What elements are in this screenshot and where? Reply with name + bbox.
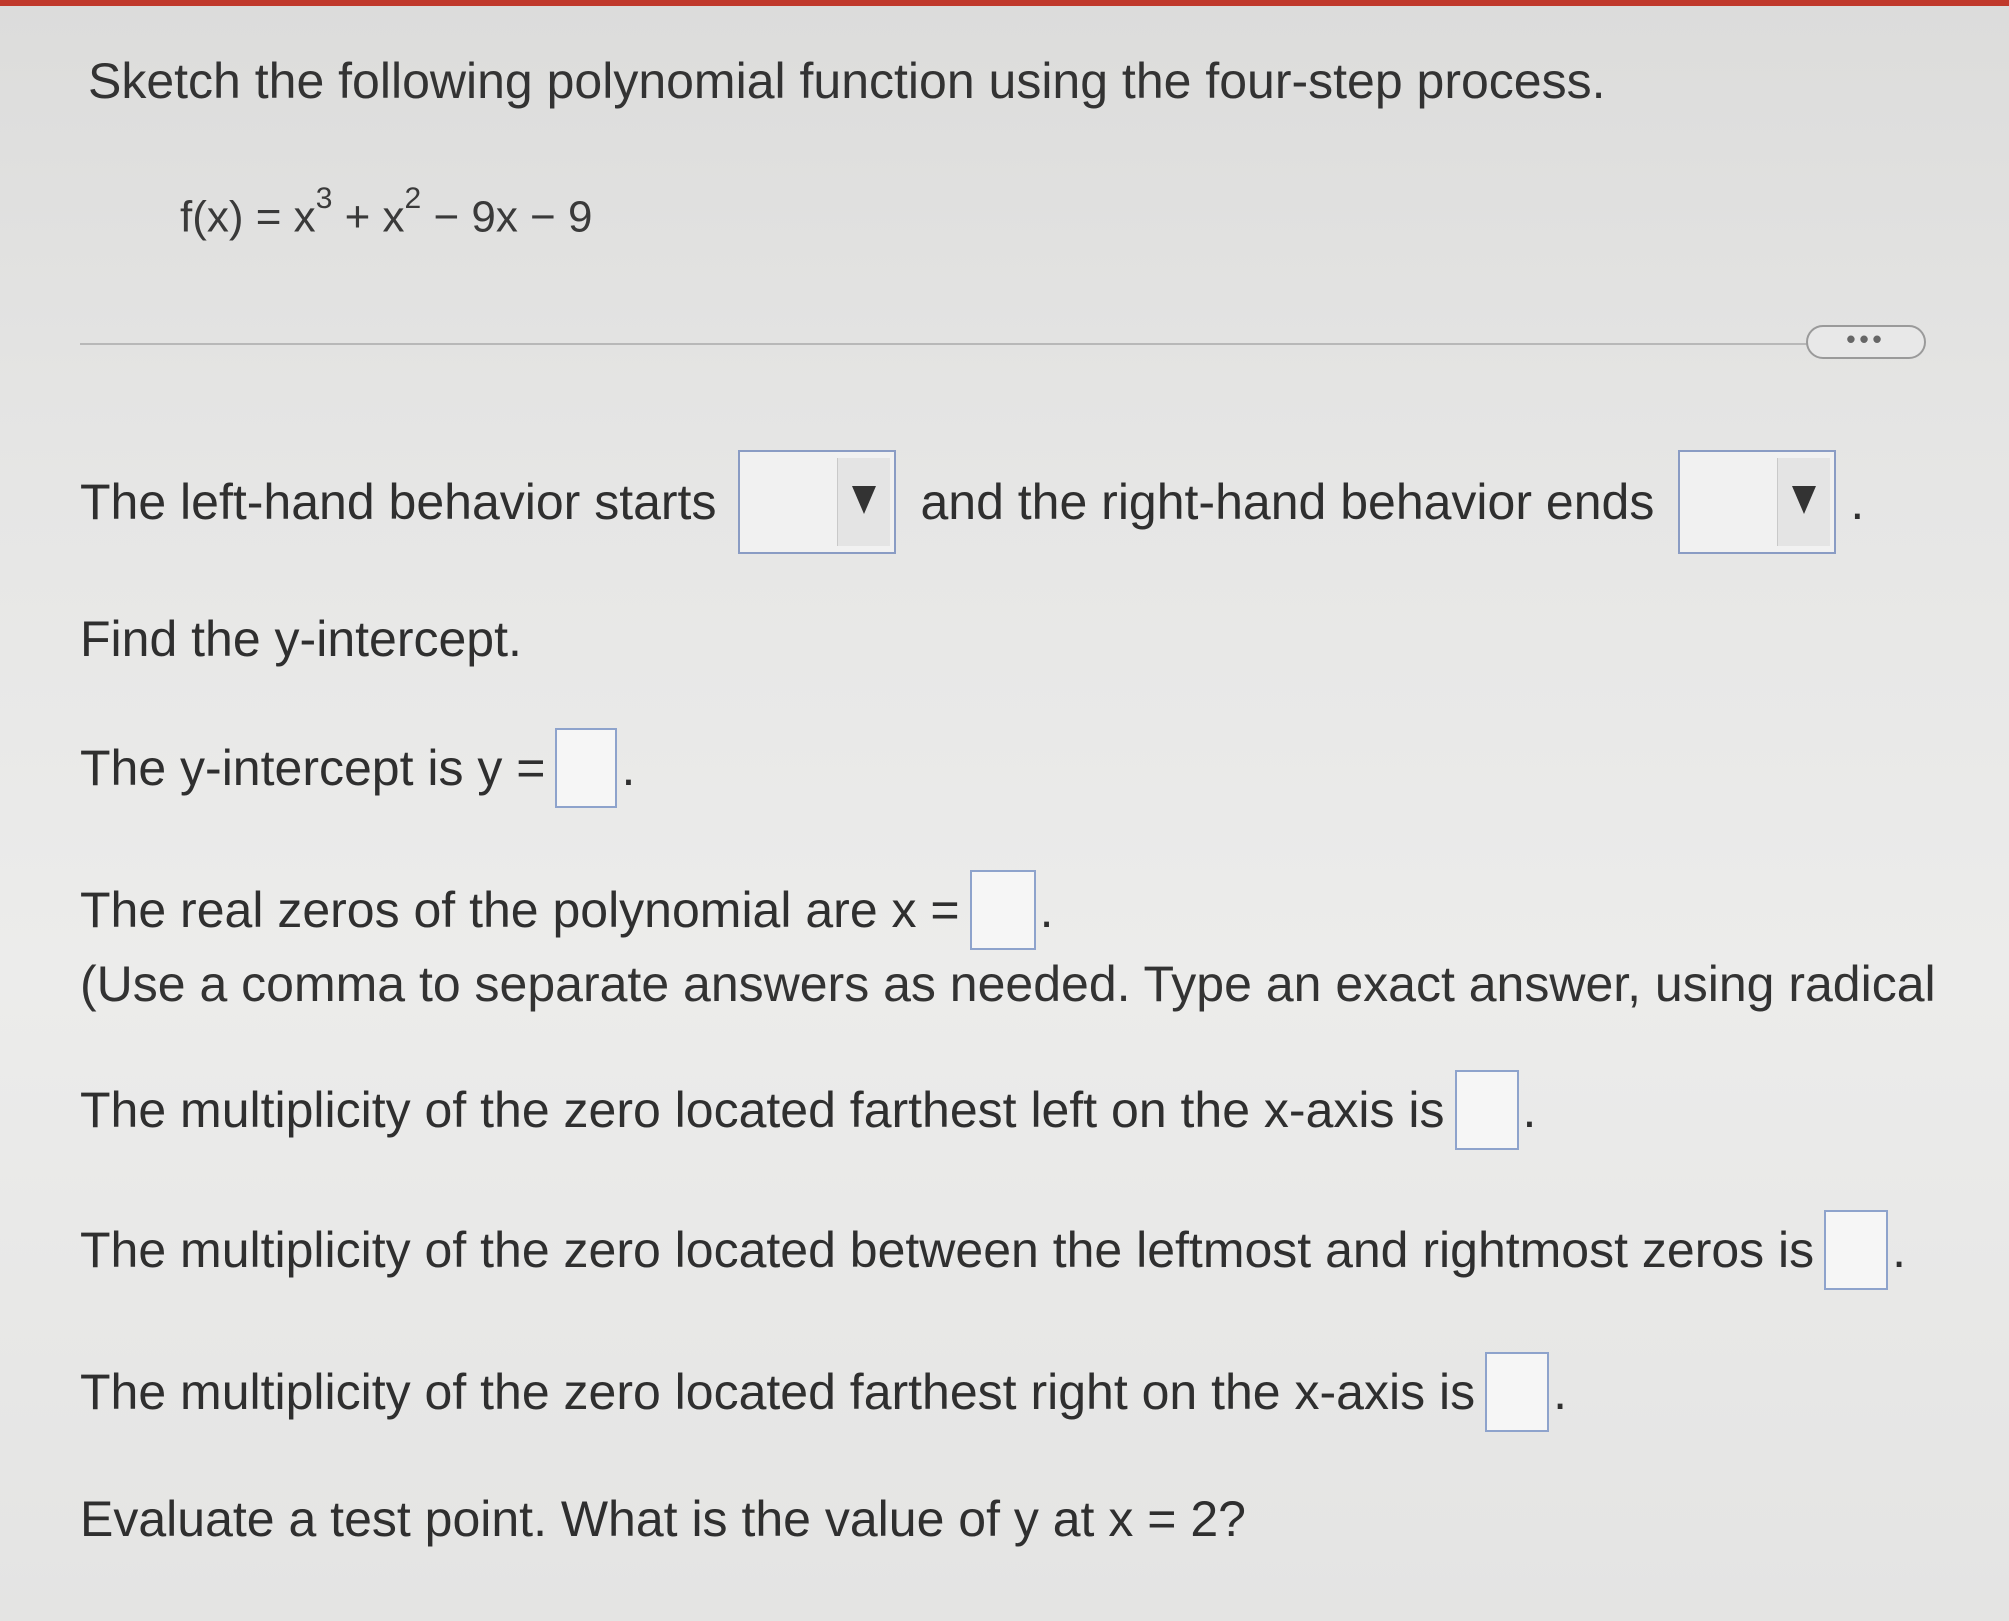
function-lhs: f(x) = x	[180, 192, 316, 242]
y-intercept-period: .	[621, 740, 636, 796]
right-behavior-dropdown[interactable]	[1678, 450, 1837, 554]
left-behavior-dropdown[interactable]	[738, 450, 897, 554]
y-intercept-input[interactable]	[555, 728, 618, 808]
multiplicity-right-period: .	[1553, 1364, 1567, 1420]
multiplicity-middle-row: The multiplicity of the zero located bet…	[80, 1210, 1906, 1290]
function-exponent-3: 3	[315, 182, 333, 215]
left-dropdown-arrow[interactable]	[837, 458, 891, 546]
right-dropdown-arrow[interactable]	[1777, 458, 1831, 546]
multiplicity-left-row: The multiplicity of the zero located far…	[80, 1070, 1536, 1150]
zeros-row: The real zeros of the polynomial are x =…	[80, 870, 1054, 950]
top-accent-bar	[0, 0, 2009, 6]
multiplicity-middle-input[interactable]	[1824, 1210, 1889, 1290]
multiplicity-right-label: The multiplicity of the zero located far…	[80, 1364, 1476, 1420]
function-expression: f(x) = x3 + x2 − 9x − 9	[180, 182, 593, 243]
function-exponent-2: 2	[404, 182, 422, 215]
y-intercept-label: The y-intercept is y =	[80, 740, 546, 796]
zeros-input[interactable]	[969, 870, 1036, 950]
y-intercept-prompt-row: Find the y-intercept.	[80, 610, 522, 668]
behavior-period: .	[1850, 474, 1865, 530]
multiplicity-left-label: The multiplicity of the zero located far…	[80, 1082, 1445, 1138]
y-intercept-row: The y-intercept is y = .	[80, 728, 635, 808]
multiplicity-middle-label: The multiplicity of the zero located bet…	[80, 1222, 1815, 1278]
multiplicity-middle-period: .	[1892, 1222, 1907, 1278]
left-behavior-label: The left-hand behavior starts	[80, 474, 717, 530]
multiplicity-left-period: .	[1522, 1082, 1537, 1138]
function-mid: + x	[332, 192, 405, 242]
multiplicity-right-input[interactable]	[1485, 1352, 1550, 1432]
chevron-down-icon	[852, 486, 877, 514]
more-options-button[interactable]: •••	[1806, 325, 1926, 359]
zeros-period: .	[1039, 882, 1054, 938]
test-point-row: Evaluate a test point. What is the value…	[80, 1490, 1246, 1548]
zeros-label: The real zeros of the polynomial are x =	[80, 882, 960, 938]
chevron-down-icon	[1792, 486, 1817, 514]
right-behavior-label: and the right-hand behavior ends	[920, 474, 1655, 530]
question-page: Sketch the following polynomial function…	[0, 0, 2009, 1621]
zeros-hint: (Use a comma to separate answers as need…	[80, 956, 1936, 1012]
test-point-label: Evaluate a test point. What is the value…	[80, 1491, 1246, 1547]
section-divider	[80, 343, 1870, 345]
multiplicity-right-row: The multiplicity of the zero located far…	[80, 1352, 1567, 1432]
end-behavior-row: The left-hand behavior starts and the ri…	[80, 450, 1864, 554]
question-instruction: Sketch the following polynomial function…	[88, 53, 1606, 109]
y-intercept-prompt: Find the y-intercept.	[80, 611, 522, 667]
function-rhs: − 9x − 9	[421, 192, 593, 242]
multiplicity-left-input[interactable]	[1454, 1070, 1519, 1150]
